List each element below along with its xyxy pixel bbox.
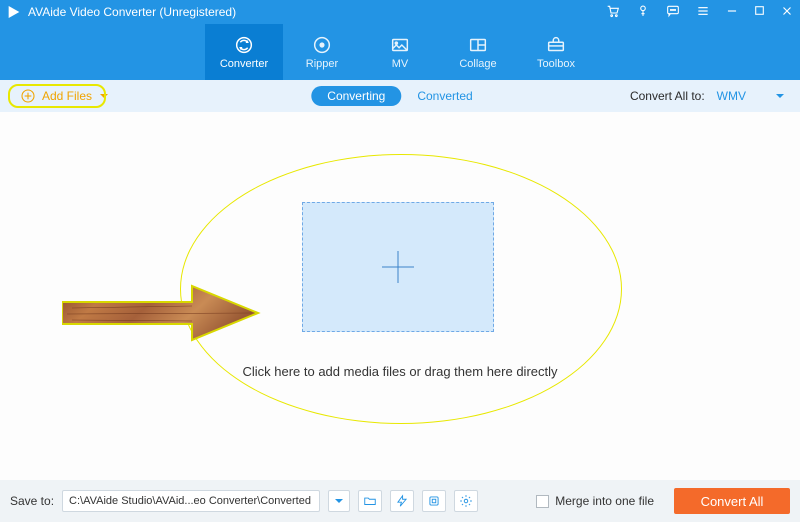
output-format-value: WMV [717, 89, 746, 103]
sub-bar: Add Files Converting Converted Convert A… [0, 80, 800, 112]
save-to-label: Save to: [10, 494, 54, 508]
title-bar: AVAide Video Converter (Unregistered) [0, 0, 800, 24]
main-area: Click here to add media files or drag th… [0, 112, 800, 480]
add-files-label: Add Files [42, 89, 92, 103]
nav-ripper[interactable]: Ripper [283, 24, 361, 80]
nav-converter[interactable]: Converter [205, 24, 283, 80]
settings-button[interactable] [454, 490, 478, 512]
nav-collage[interactable]: Collage [439, 24, 517, 80]
convert-all-to-label: Convert All to: [630, 89, 705, 103]
maximize-icon[interactable] [753, 4, 766, 20]
drop-caption: Click here to add media files or drag th… [0, 364, 800, 379]
nav-label: Converter [220, 58, 268, 70]
chevron-down-icon [776, 94, 784, 98]
avaide-logo-icon [6, 4, 22, 20]
chevron-down-icon [335, 499, 343, 503]
open-folder-button[interactable] [358, 490, 382, 512]
save-path-field[interactable]: C:\AVAide Studio\AVAid...eo Converter\Co… [62, 490, 320, 512]
nav-toolbox[interactable]: Toolbox [517, 24, 595, 80]
convert-all-to: Convert All to: WMV [630, 87, 790, 105]
nav-label: Toolbox [537, 58, 575, 70]
add-files-button[interactable]: Add Files [10, 85, 118, 107]
key-icon[interactable] [635, 3, 651, 22]
close-icon[interactable] [780, 4, 794, 21]
feedback-icon[interactable] [665, 3, 681, 22]
main-nav: Converter Ripper MV Collage Toolbox [0, 24, 800, 80]
drop-zone[interactable] [302, 202, 494, 332]
nav-label: Ripper [306, 58, 338, 70]
subtab-converted[interactable]: Converted [401, 86, 488, 106]
chevron-down-icon [100, 94, 108, 98]
output-format-select[interactable]: WMV [711, 87, 790, 105]
annotation-arrow [62, 284, 262, 342]
merge-option[interactable]: Merge into one file [536, 494, 654, 508]
flash-button[interactable] [390, 490, 414, 512]
minimize-icon[interactable] [725, 4, 739, 21]
sub-tabs: Converting Converted [311, 86, 488, 106]
window-title: AVAide Video Converter (Unregistered) [28, 5, 236, 19]
merge-label: Merge into one file [555, 494, 654, 508]
gpu-button[interactable] [422, 490, 446, 512]
subtab-converting[interactable]: Converting [311, 86, 401, 106]
menu-icon[interactable] [695, 3, 711, 22]
nav-label: MV [392, 58, 409, 70]
nav-label: Collage [459, 58, 496, 70]
merge-checkbox[interactable] [536, 495, 549, 508]
nav-mv[interactable]: MV [361, 24, 439, 80]
cart-icon[interactable] [605, 3, 621, 22]
plus-icon [382, 251, 414, 283]
convert-all-button[interactable]: Convert All [674, 488, 790, 514]
footer-bar: Save to: C:\AVAide Studio\AVAid...eo Con… [0, 480, 800, 522]
save-path-dropdown[interactable] [328, 490, 350, 512]
